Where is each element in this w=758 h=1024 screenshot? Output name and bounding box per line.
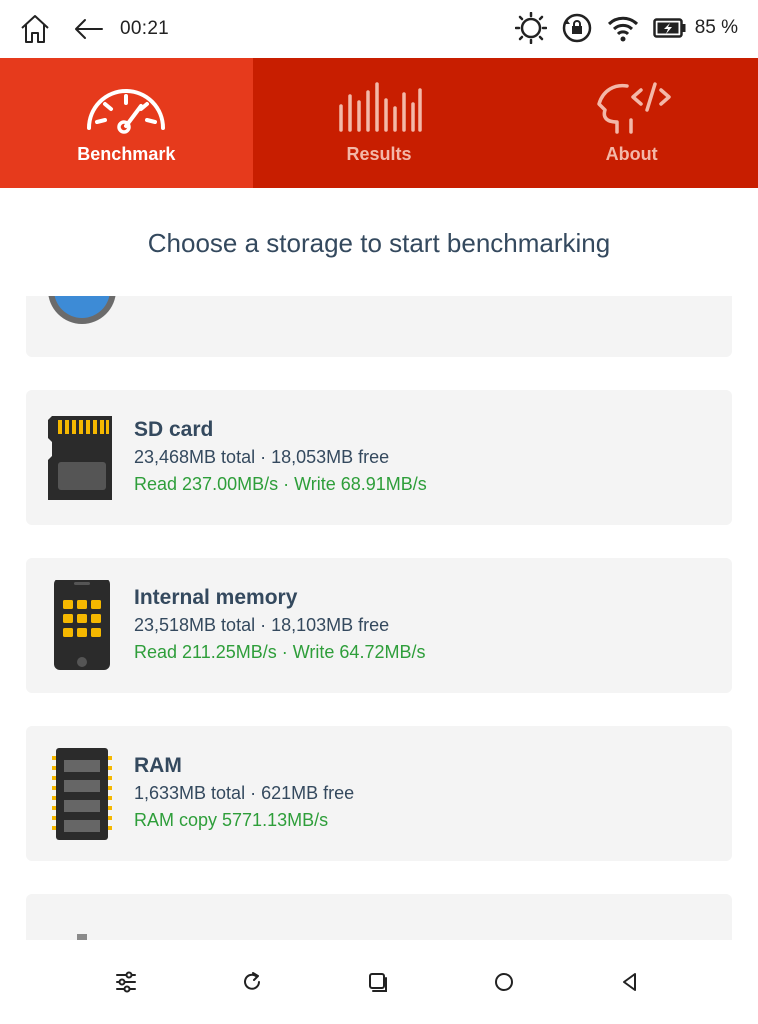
storage-capacity: 1,633MB total · 621MB free	[134, 783, 355, 803]
storage-card-partial-top[interactable]	[26, 296, 732, 357]
home-icon[interactable]	[18, 12, 52, 46]
rotation-lock-icon	[547, 12, 593, 44]
tab-results-label: Results	[346, 144, 412, 164]
sliders-icon[interactable]	[115, 971, 137, 993]
back-triangle-icon[interactable]	[619, 971, 641, 993]
storage-title: RAM	[134, 754, 182, 777]
storage-title: SD card	[134, 418, 214, 441]
gear-icon	[46, 928, 118, 940]
storage-card-sd[interactable]: SD card 23,468MB total · 18,053MB free R…	[26, 390, 732, 525]
battery-charging-icon	[639, 17, 687, 39]
storage-list[interactable]: SD card 23,468MB total · 18,053MB free R…	[0, 296, 758, 940]
tab-bar: Benchmark Results About	[0, 58, 758, 188]
battery-percent: 85 %	[694, 17, 738, 38]
disk-icon	[46, 296, 118, 336]
storage-speed: Read 237.00MB/s · Write 68.91MB/s	[134, 474, 427, 494]
sd-card-icon	[46, 412, 118, 504]
tab-benchmark[interactable]: Benchmark	[0, 58, 253, 188]
navigation-bar	[0, 940, 758, 1024]
storage-card-partial-bottom[interactable]	[26, 894, 732, 940]
rotate-icon[interactable]	[241, 971, 263, 993]
home-circle-icon[interactable]	[493, 971, 515, 993]
storage-capacity: 23,468MB total · 18,053MB free	[134, 447, 390, 467]
head-code-icon	[589, 82, 675, 134]
equalizer-icon	[336, 82, 422, 134]
speedometer-icon	[83, 82, 169, 134]
storage-card-ram[interactable]: RAM 1,633MB total · 621MB free RAM copy …	[26, 726, 732, 861]
back-arrow-icon[interactable]	[72, 12, 106, 46]
tab-about[interactable]: About	[505, 58, 758, 188]
page-heading: Choose a storage to start benchmarking	[147, 228, 611, 258]
storage-card-internal[interactable]: Internal memory 23,518MB total · 18,103M…	[26, 558, 732, 693]
brightness-icon	[501, 12, 547, 44]
tab-about-label: About	[605, 144, 658, 164]
wifi-icon	[593, 12, 639, 44]
clock-time: 00:21	[120, 18, 170, 39]
storage-title: Internal memory	[134, 586, 298, 609]
storage-speed: RAM copy 5771.13MB/s	[134, 810, 329, 830]
tab-benchmark-label: Benchmark	[77, 144, 176, 164]
recents-icon[interactable]	[367, 971, 389, 993]
storage-capacity: 23,518MB total · 18,103MB free	[134, 615, 390, 635]
ram-chip-icon	[46, 748, 118, 840]
phone-memory-icon	[46, 580, 118, 672]
storage-speed: Read 211.25MB/s · Write 64.72MB/s	[134, 642, 426, 662]
status-bar: 00:21 85 %	[0, 0, 758, 58]
tab-results[interactable]: Results	[252, 58, 506, 188]
